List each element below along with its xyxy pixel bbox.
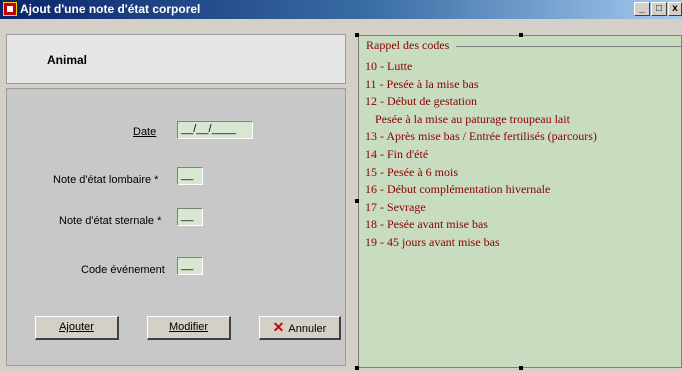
add-button-label: Ajouter xyxy=(59,321,94,333)
date-field[interactable]: __/__/____ xyxy=(177,121,253,139)
legend-divider xyxy=(456,46,682,47)
form-box: Date __/__/____ Note d'état lombaire * _… xyxy=(6,88,346,366)
cancel-button-label: Annuler xyxy=(288,323,327,335)
resize-handle[interactable] xyxy=(519,33,523,37)
resize-handle[interactable] xyxy=(355,199,359,203)
code-item: 16 - Début complémentation hivernale xyxy=(365,182,551,197)
code-item: 19 - 45 jours avant mise bas xyxy=(365,234,500,249)
cancel-button[interactable]: ✕ Annuler xyxy=(259,316,341,340)
resize-handle[interactable] xyxy=(355,33,359,37)
resize-handle[interactable] xyxy=(519,366,523,370)
sternal-label: Note d'état sternale * xyxy=(59,215,162,227)
event-code-field[interactable]: __ xyxy=(177,257,203,275)
window-title: Ajout d'une note d'état corporel xyxy=(20,2,201,16)
minimize-button[interactable]: _ xyxy=(634,2,650,16)
maximize-button[interactable]: □ xyxy=(651,2,667,16)
animal-label: Animal xyxy=(47,53,88,67)
code-item: Pesée à la mise au paturage troupeau lai… xyxy=(375,111,570,126)
modify-button[interactable]: Modifier xyxy=(147,316,231,340)
codes-legend: Rappel des codes xyxy=(364,38,452,53)
code-item: 17 - Sevrage xyxy=(365,199,426,214)
modify-button-label: Modifier xyxy=(168,321,209,333)
close-button[interactable]: x xyxy=(668,2,682,16)
event-label: Code événement xyxy=(81,264,165,276)
sternal-field[interactable]: __ xyxy=(177,208,203,226)
cancel-x-icon: ✕ xyxy=(272,319,285,335)
code-item: 14 - Fin d'été xyxy=(365,146,429,161)
code-item: 15 - Pesée à 6 mois xyxy=(365,164,458,179)
app-icon xyxy=(3,2,17,16)
code-item: 10 - Lutte xyxy=(365,59,413,73)
code-item: 18 - Pesée avant mise bas xyxy=(365,217,488,232)
form-panel: Animal Date __/__/____ Note d'état lomba… xyxy=(6,22,352,367)
codes-list: 10 - Lutte 11 - Pesée à la mise bas 12 -… xyxy=(365,58,682,252)
code-item: 11 - Pesée à la mise bas xyxy=(365,76,479,91)
animal-header: Animal xyxy=(6,34,346,84)
resize-handle[interactable] xyxy=(355,366,359,370)
title-bar: Ajout d'une note d'état corporel _ □ x xyxy=(0,0,682,19)
lumbar-label: Note d'état lombaire * xyxy=(53,174,159,186)
code-item: 13 - Après mise bas / Entrée fertilisés … xyxy=(365,129,597,144)
lumbar-field[interactable]: __ xyxy=(177,167,203,185)
code-item: 12 - Début de gestation xyxy=(365,94,477,109)
date-label: Date xyxy=(133,126,157,138)
add-button[interactable]: Ajouter xyxy=(35,316,119,340)
